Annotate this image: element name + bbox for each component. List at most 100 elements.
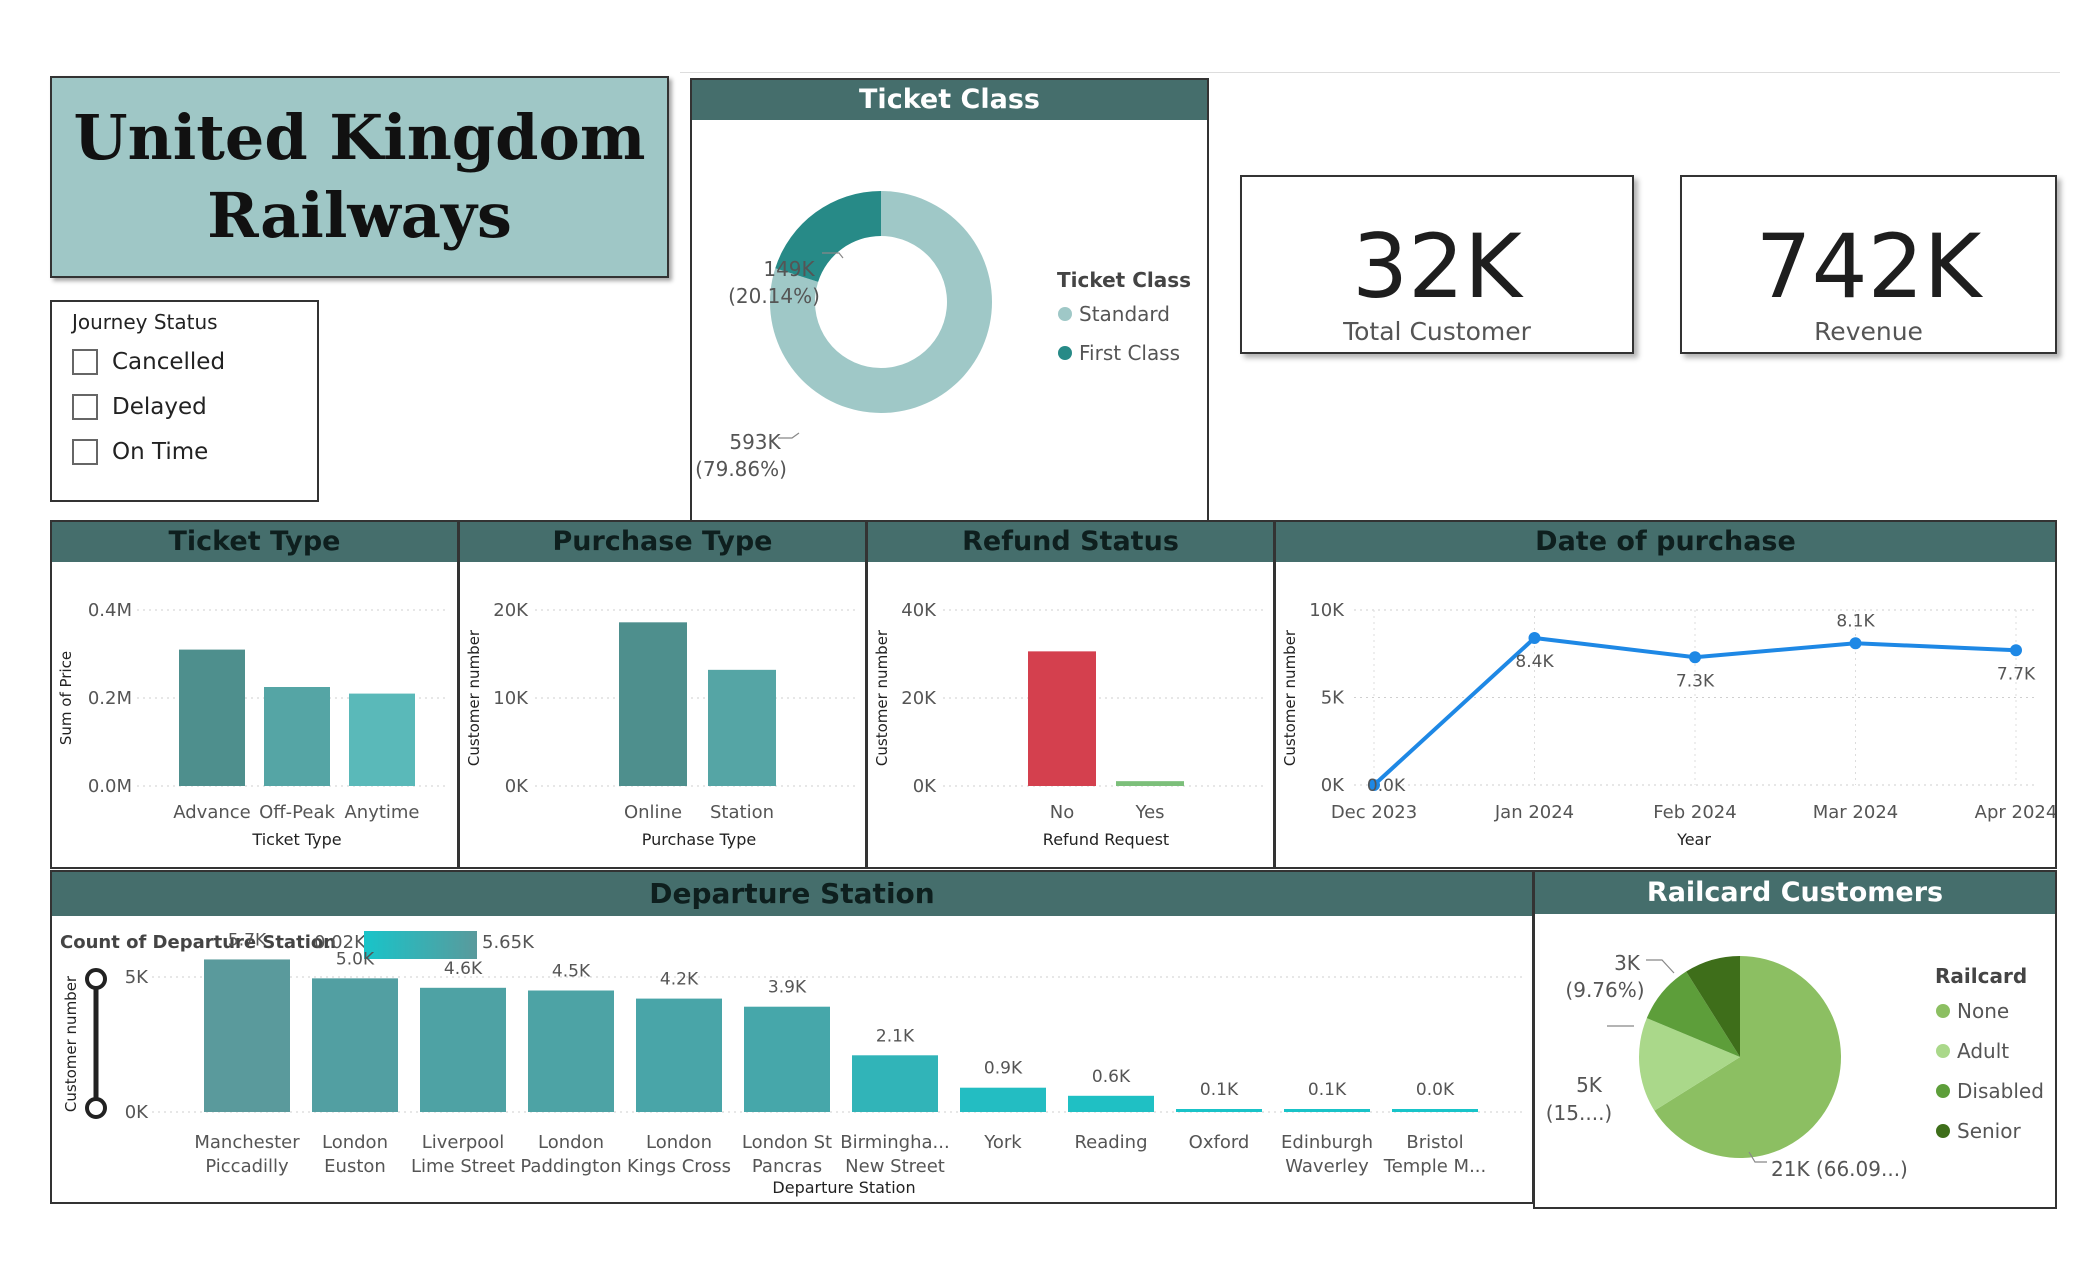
data-label: 7.3K — [1676, 671, 1715, 691]
y-tick-label: 20K — [493, 600, 529, 621]
total-customer-label: Total Customer — [1343, 317, 1531, 346]
departure-station-chart: Count of Departure Station 0.02K 5.65K 0… — [60, 930, 1522, 1197]
x-tick-label: Online — [624, 802, 682, 823]
data-point[interactable] — [1689, 651, 1701, 664]
bar-0[interactable] — [619, 622, 687, 786]
y-tick-label: 0K — [125, 1102, 149, 1123]
x-tick-label: London — [538, 1132, 604, 1153]
data-label: 0.9K — [984, 1059, 1023, 1079]
y-tick-label: 20K — [901, 688, 937, 709]
x-axis-title: Refund Request — [1043, 830, 1169, 849]
data-label: 4.5K — [552, 962, 591, 982]
legend-disabled-marker — [1936, 1084, 1950, 1098]
x-tick-label: Piccadilly — [205, 1156, 289, 1177]
legend-senior: Senior — [1957, 1119, 2021, 1143]
slicer-option-label: Cancelled — [112, 349, 226, 375]
color-legend-gradient — [364, 931, 477, 959]
bar-8[interactable] — [1068, 1095, 1154, 1112]
bar-7[interactable] — [960, 1087, 1046, 1112]
slicer-option-label: On Time — [112, 439, 209, 465]
slicer-option-cancelled[interactable]: Cancelled — [72, 349, 225, 375]
y-tick-label: 0.0M — [88, 776, 132, 797]
first-class-label: 149K — [763, 257, 815, 281]
y-zoom-slider[interactable] — [85, 968, 107, 1119]
none-label: 21K (66.09...) — [1771, 1157, 1908, 1181]
x-axis-title: Ticket Type — [251, 830, 341, 849]
purchase-type-chart: 0K 10K 20K Online Station Purchase Type Custom… — [465, 600, 855, 849]
x-tick-label: Off-Peak — [259, 802, 335, 823]
data-label: 2.1K — [876, 1026, 915, 1046]
bar-9[interactable] — [1176, 1109, 1262, 1112]
slicer-option-label: Delayed — [112, 394, 207, 420]
x-tick-label: Kings Cross — [627, 1156, 731, 1177]
data-point[interactable] — [1528, 632, 1541, 644]
x-tick-label: Waverley — [1285, 1156, 1369, 1177]
x-tick-label: Feb 2024 — [1653, 802, 1736, 823]
ticket-class-panel: Ticket Class 149K (20.14%) 593K (79.86%)… — [690, 78, 1209, 522]
y-axis-title: Customer number — [62, 975, 80, 1112]
bar-0[interactable] — [1028, 651, 1096, 786]
bar-0[interactable] — [179, 649, 245, 786]
bar-2[interactable] — [349, 693, 415, 786]
y-tick-label: 0K — [1321, 775, 1345, 796]
color-legend-max: 5.65K — [482, 932, 535, 953]
ticket-type-chart: 0.0M 0.2M 0.4M Advance Off-Peak AnytimeTicket… — [57, 600, 447, 849]
bar-1[interactable] — [708, 669, 776, 786]
departure-station-panel: Departure Station Count of Departure Sta… — [50, 870, 1534, 1204]
x-tick-label: New Street — [845, 1156, 945, 1177]
journey-status-slicer: Journey Status Cancelled Delayed On Time — [50, 300, 319, 502]
legend-adult-marker — [1936, 1044, 1950, 1058]
revenue-label: Revenue — [1814, 317, 1923, 346]
x-tick-label: Bristol — [1406, 1132, 1463, 1153]
purchase-type-panel: Purchase Type 0K 10K 20K Online Station Purch… — [458, 520, 867, 869]
legend-first-class-marker — [1058, 346, 1072, 360]
bar-1[interactable] — [264, 687, 330, 786]
bar-10[interactable] — [1284, 1109, 1370, 1112]
y-tick-label: 10K — [1309, 600, 1345, 621]
y-tick-label: 0K — [913, 776, 937, 797]
slicer-option-delayed[interactable]: Delayed — [72, 394, 207, 420]
checkbox-delayed[interactable] — [72, 394, 98, 420]
data-point[interactable] — [1849, 637, 1862, 650]
data-label: 0.0K — [1416, 1080, 1455, 1100]
bar-11[interactable] — [1392, 1109, 1478, 1112]
y-axis-title: Customer number — [465, 629, 483, 766]
x-tick-label: London St — [742, 1132, 832, 1153]
bar-3[interactable] — [528, 990, 614, 1113]
x-tick-label: Advance — [173, 802, 250, 823]
bar-0[interactable] — [204, 959, 290, 1112]
data-label: 5.0K — [336, 949, 375, 969]
x-tick-label: Dec 2023 — [1331, 802, 1417, 823]
legend-adult: Adult — [1957, 1039, 2009, 1063]
bar-6[interactable] — [852, 1055, 938, 1112]
legend-none: None — [1957, 999, 2009, 1023]
bar-4[interactable] — [636, 998, 722, 1112]
x-tick-label: Manchester — [194, 1132, 300, 1153]
railcard-customers-title: Railcard Customers — [1535, 872, 2055, 914]
departure-station-title: Departure Station — [52, 872, 1532, 916]
y-tick-label: 10K — [493, 688, 529, 709]
railcard-legend-title: Railcard — [1935, 964, 2027, 988]
ticket-class-legend-title: Ticket Class — [1057, 268, 1191, 292]
checkbox-on-time[interactable] — [72, 439, 98, 465]
standard-pct: (79.86%) — [695, 457, 787, 481]
y-tick-label: 40K — [901, 600, 937, 621]
bar-5[interactable] — [744, 1006, 830, 1112]
slicer-option-on-time[interactable]: On Time — [72, 439, 208, 465]
x-tick-label: Birmingha... — [840, 1132, 949, 1153]
bar-1[interactable] — [312, 978, 398, 1112]
date-of-purchase-title: Date of purchase — [1276, 522, 2055, 562]
bar-1[interactable] — [1116, 781, 1184, 786]
x-tick-label: Euston — [324, 1156, 386, 1177]
refund-status-title: Refund Status — [868, 522, 1273, 562]
checkbox-cancelled[interactable] — [72, 349, 98, 375]
bar-2[interactable] — [420, 987, 506, 1112]
y-tick-label: 0.4M — [88, 600, 132, 621]
y-tick-label: 5K — [1321, 688, 1345, 709]
data-point[interactable] — [2010, 644, 2022, 657]
data-label: 0.1K — [1200, 1080, 1239, 1100]
color-legend-title: Count of Departure Station — [60, 932, 336, 953]
disabled-label: 3K — [1614, 951, 1641, 975]
x-tick-label: Edinburgh — [1281, 1132, 1373, 1153]
data-label: 5.7K — [228, 930, 267, 950]
